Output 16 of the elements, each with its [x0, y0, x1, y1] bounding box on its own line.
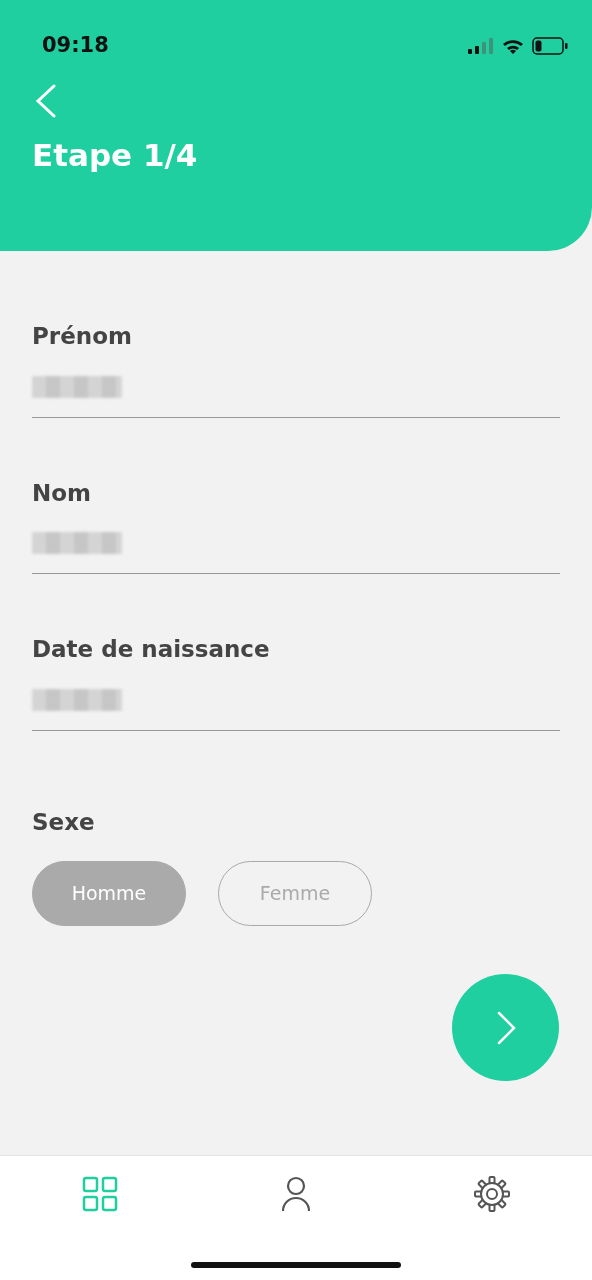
input-field[interactable]: [32, 688, 560, 731]
sex-option-button[interactable]: Homme: [32, 861, 186, 926]
wifi-icon: [502, 38, 524, 54]
page-title: Etape 1/4: [31, 136, 199, 175]
field-label: Prénom: [32, 322, 133, 351]
input-field[interactable]: [32, 375, 560, 418]
person-icon[interactable]: [281, 1176, 311, 1212]
battery-icon: [532, 37, 568, 55]
signal-icon: [468, 38, 494, 54]
status-time: 09:18: [42, 32, 109, 60]
field-label: Sexe: [32, 807, 96, 837]
grid-icon[interactable]: [81, 1176, 118, 1212]
field-label: Nom: [32, 478, 93, 508]
settings-icon[interactable]: [474, 1176, 511, 1212]
field-label: Date de naissance: [32, 635, 271, 664]
input-field[interactable]: [32, 532, 560, 574]
